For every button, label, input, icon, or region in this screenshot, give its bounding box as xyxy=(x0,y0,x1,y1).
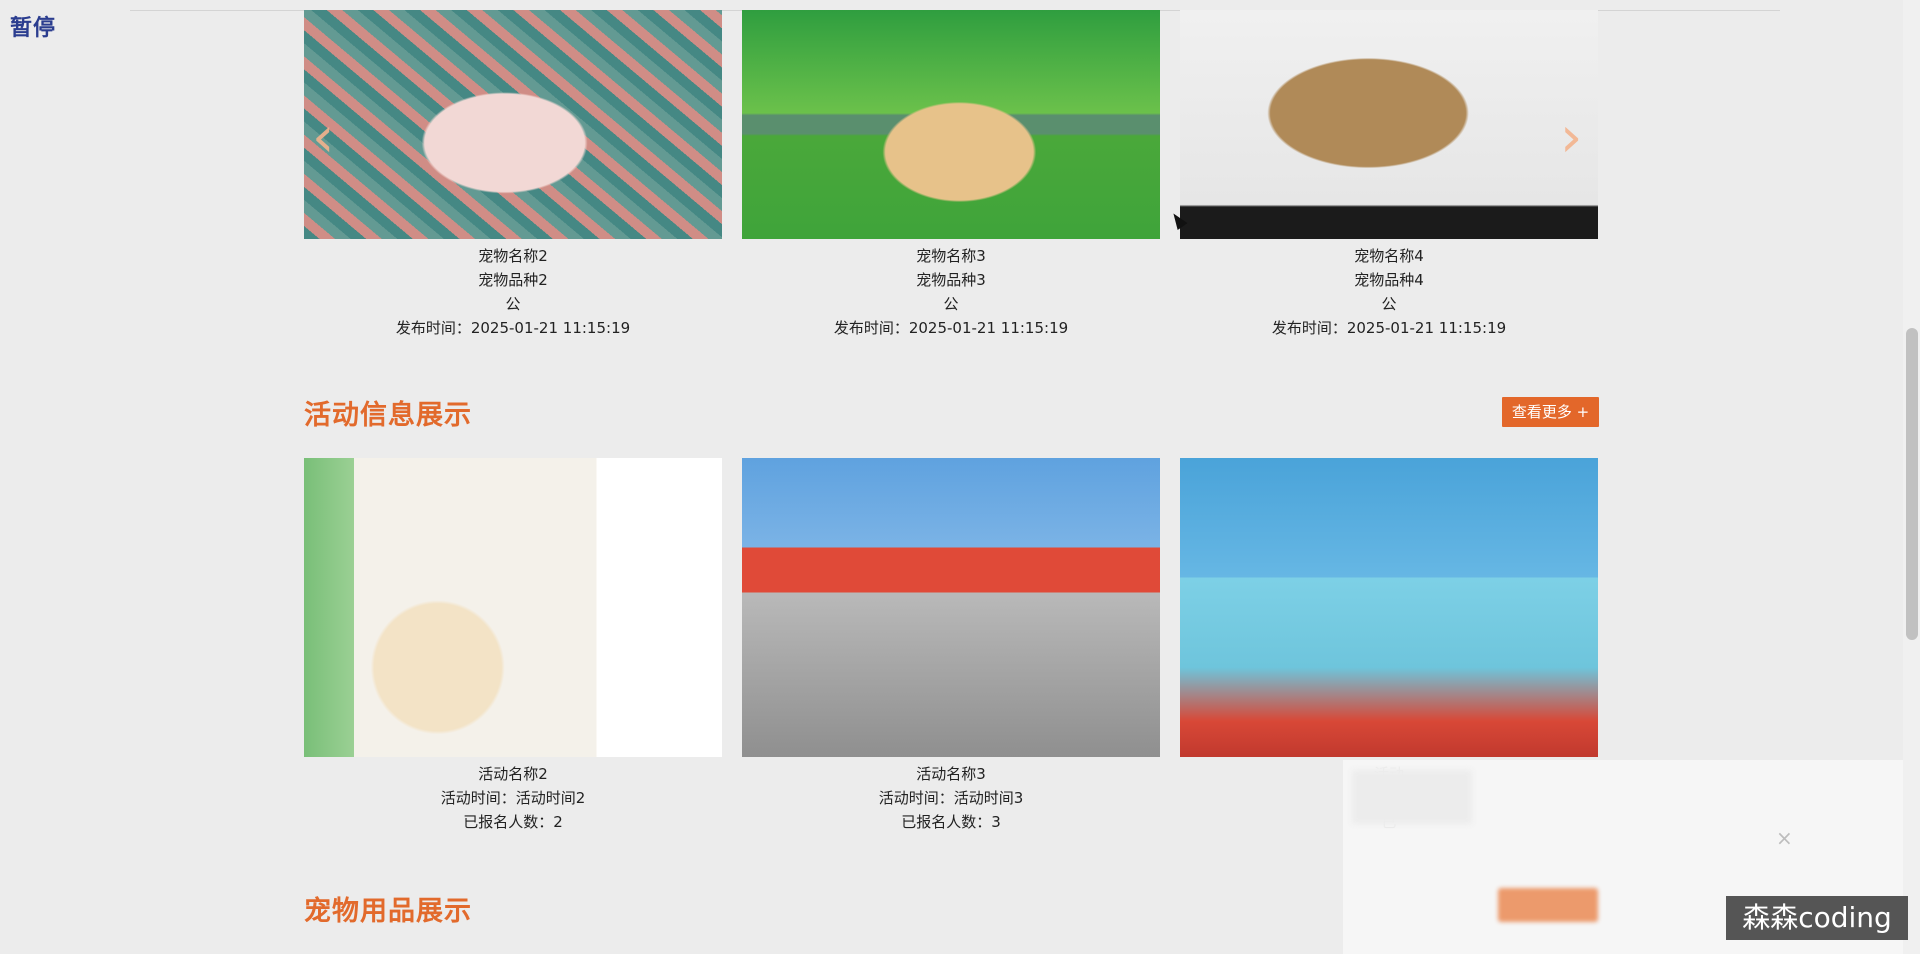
pet-breed: 宠物品种4 xyxy=(1354,271,1424,289)
pet-gender: 公 xyxy=(943,295,959,313)
activity-card-info: 活动名称2 活动时间：活动时间2 已报名人数：2 xyxy=(304,762,722,834)
pet-name[interactable]: 宠物名称4 xyxy=(1180,244,1598,268)
pet-breed: 宠物品种2 xyxy=(478,271,548,289)
activity-time: 活动时间：活动时间3 xyxy=(878,789,1024,807)
close-icon[interactable]: × xyxy=(1776,826,1793,850)
activity-image[interactable] xyxy=(1180,458,1598,757)
activity-signup-count: 已报名人数：2 xyxy=(463,813,563,831)
activity-image[interactable] xyxy=(742,458,1160,757)
pet-publish-time: 发布时间：2025-01-21 11:15:19 xyxy=(395,319,631,337)
watermark: 森森coding xyxy=(1726,896,1908,940)
blurred-popup-content xyxy=(1352,770,1472,824)
activity-image[interactable] xyxy=(304,458,722,757)
pet-name[interactable]: 宠物名称2 xyxy=(304,244,722,268)
blurred-popup-button[interactable] xyxy=(1498,888,1598,922)
view-more-button[interactable]: 查看更多 + xyxy=(1502,397,1599,427)
activity-time: 活动时间：活动时间2 xyxy=(440,789,586,807)
activity-section-title: 活动信息展示 xyxy=(304,400,472,431)
activity-name[interactable]: 活动名称3 xyxy=(742,762,1160,786)
carousel-prev-icon[interactable]: ‹ xyxy=(312,110,334,166)
pet-image[interactable] xyxy=(304,10,722,239)
pet-card-info: 宠物名称4 宠物品种4 公 发布时间：2025-01-21 11:15:19 xyxy=(1180,244,1598,340)
scrollbar-thumb[interactable] xyxy=(1906,328,1918,640)
pet-image[interactable] xyxy=(742,10,1160,239)
pet-card-info: 宠物名称2 宠物品种2 公 发布时间：2025-01-21 11:15:19 xyxy=(304,244,722,340)
pet-publish-time: 发布时间：2025-01-21 11:15:19 xyxy=(833,319,1069,337)
pet-breed: 宠物品种3 xyxy=(916,271,986,289)
activity-card-info: 活动名称3 活动时间：活动时间3 已报名人数：3 xyxy=(742,762,1160,834)
pet-publish-time: 发布时间：2025-01-21 11:15:19 xyxy=(1271,319,1507,337)
activity-name[interactable]: 活动名称2 xyxy=(304,762,722,786)
pet-gender: 公 xyxy=(505,295,521,313)
pause-label[interactable]: 暂停 xyxy=(10,10,56,42)
pet-card-info: 宠物名称3 宠物品种3 公 发布时间：2025-01-21 11:15:19 xyxy=(742,244,1160,340)
carousel-next-icon[interactable]: › xyxy=(1560,110,1582,166)
pet-gender: 公 xyxy=(1381,295,1397,313)
pet-name[interactable]: 宠物名称3 xyxy=(742,244,1160,268)
activity-signup-count: 已报名人数：3 xyxy=(901,813,1001,831)
supplies-section-title: 宠物用品展示 xyxy=(304,896,472,927)
pet-image[interactable] xyxy=(1180,10,1598,239)
